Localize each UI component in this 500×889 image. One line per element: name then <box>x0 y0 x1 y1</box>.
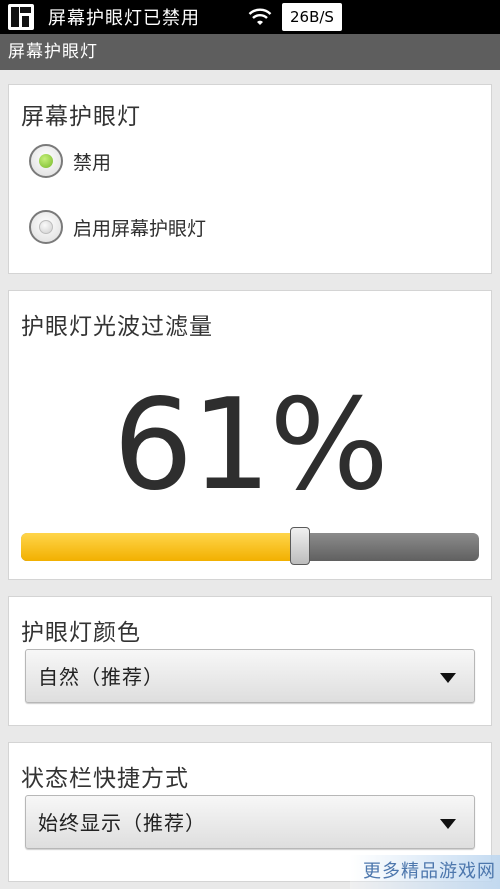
toggle-section-title: 屏幕护眼灯 <box>21 104 141 130</box>
dropdown-arrow-icon <box>440 673 456 683</box>
watermark: 更多精品游戏网 <box>350 855 500 889</box>
radio-disable[interactable]: 禁用 <box>29 144 111 178</box>
slider-fill <box>21 533 301 561</box>
dropdown-arrow-icon <box>440 819 456 829</box>
radio-disable-label: 禁用 <box>73 151 112 174</box>
color-dropdown[interactable]: 自然（推荐） <box>25 649 475 703</box>
shortcut-dropdown-value: 始终显示（推荐） <box>38 811 206 835</box>
app-title-bar: 屏幕护眼灯 <box>0 34 500 70</box>
slider-thumb[interactable] <box>290 527 311 565</box>
filter-slider[interactable] <box>21 527 479 565</box>
radio-selected-icon[interactable] <box>29 144 63 178</box>
status-bar: 屏幕护眼灯已禁用 26B/S <box>0 0 500 34</box>
shortcut-section-title: 状态栏快捷方式 <box>21 766 189 792</box>
app-icon <box>8 4 34 30</box>
wifi-icon <box>248 8 272 25</box>
radio-enable[interactable]: 启用屏幕护眼灯 <box>29 210 206 244</box>
toggle-card: 屏幕护眼灯 禁用 启用屏幕护眼灯 <box>8 84 492 274</box>
filter-percentage: 61% <box>112 371 389 518</box>
filter-card: 护眼灯光波过滤量 61% <box>8 290 492 580</box>
color-section-title: 护眼灯颜色 <box>21 620 141 646</box>
filter-section-title: 护眼灯光波过滤量 <box>21 314 213 340</box>
app-title: 屏幕护眼灯 <box>8 42 98 62</box>
color-dropdown-value: 自然（推荐） <box>38 665 164 689</box>
radio-unselected-icon[interactable] <box>29 210 63 244</box>
radio-enable-label: 启用屏幕护眼灯 <box>73 217 207 240</box>
network-speed: 26B/S <box>282 3 342 31</box>
color-card: 护眼灯颜色 自然（推荐） <box>8 596 492 726</box>
shortcut-dropdown[interactable]: 始终显示（推荐） <box>25 795 475 849</box>
status-notification-text: 屏幕护眼灯已禁用 <box>48 8 200 29</box>
